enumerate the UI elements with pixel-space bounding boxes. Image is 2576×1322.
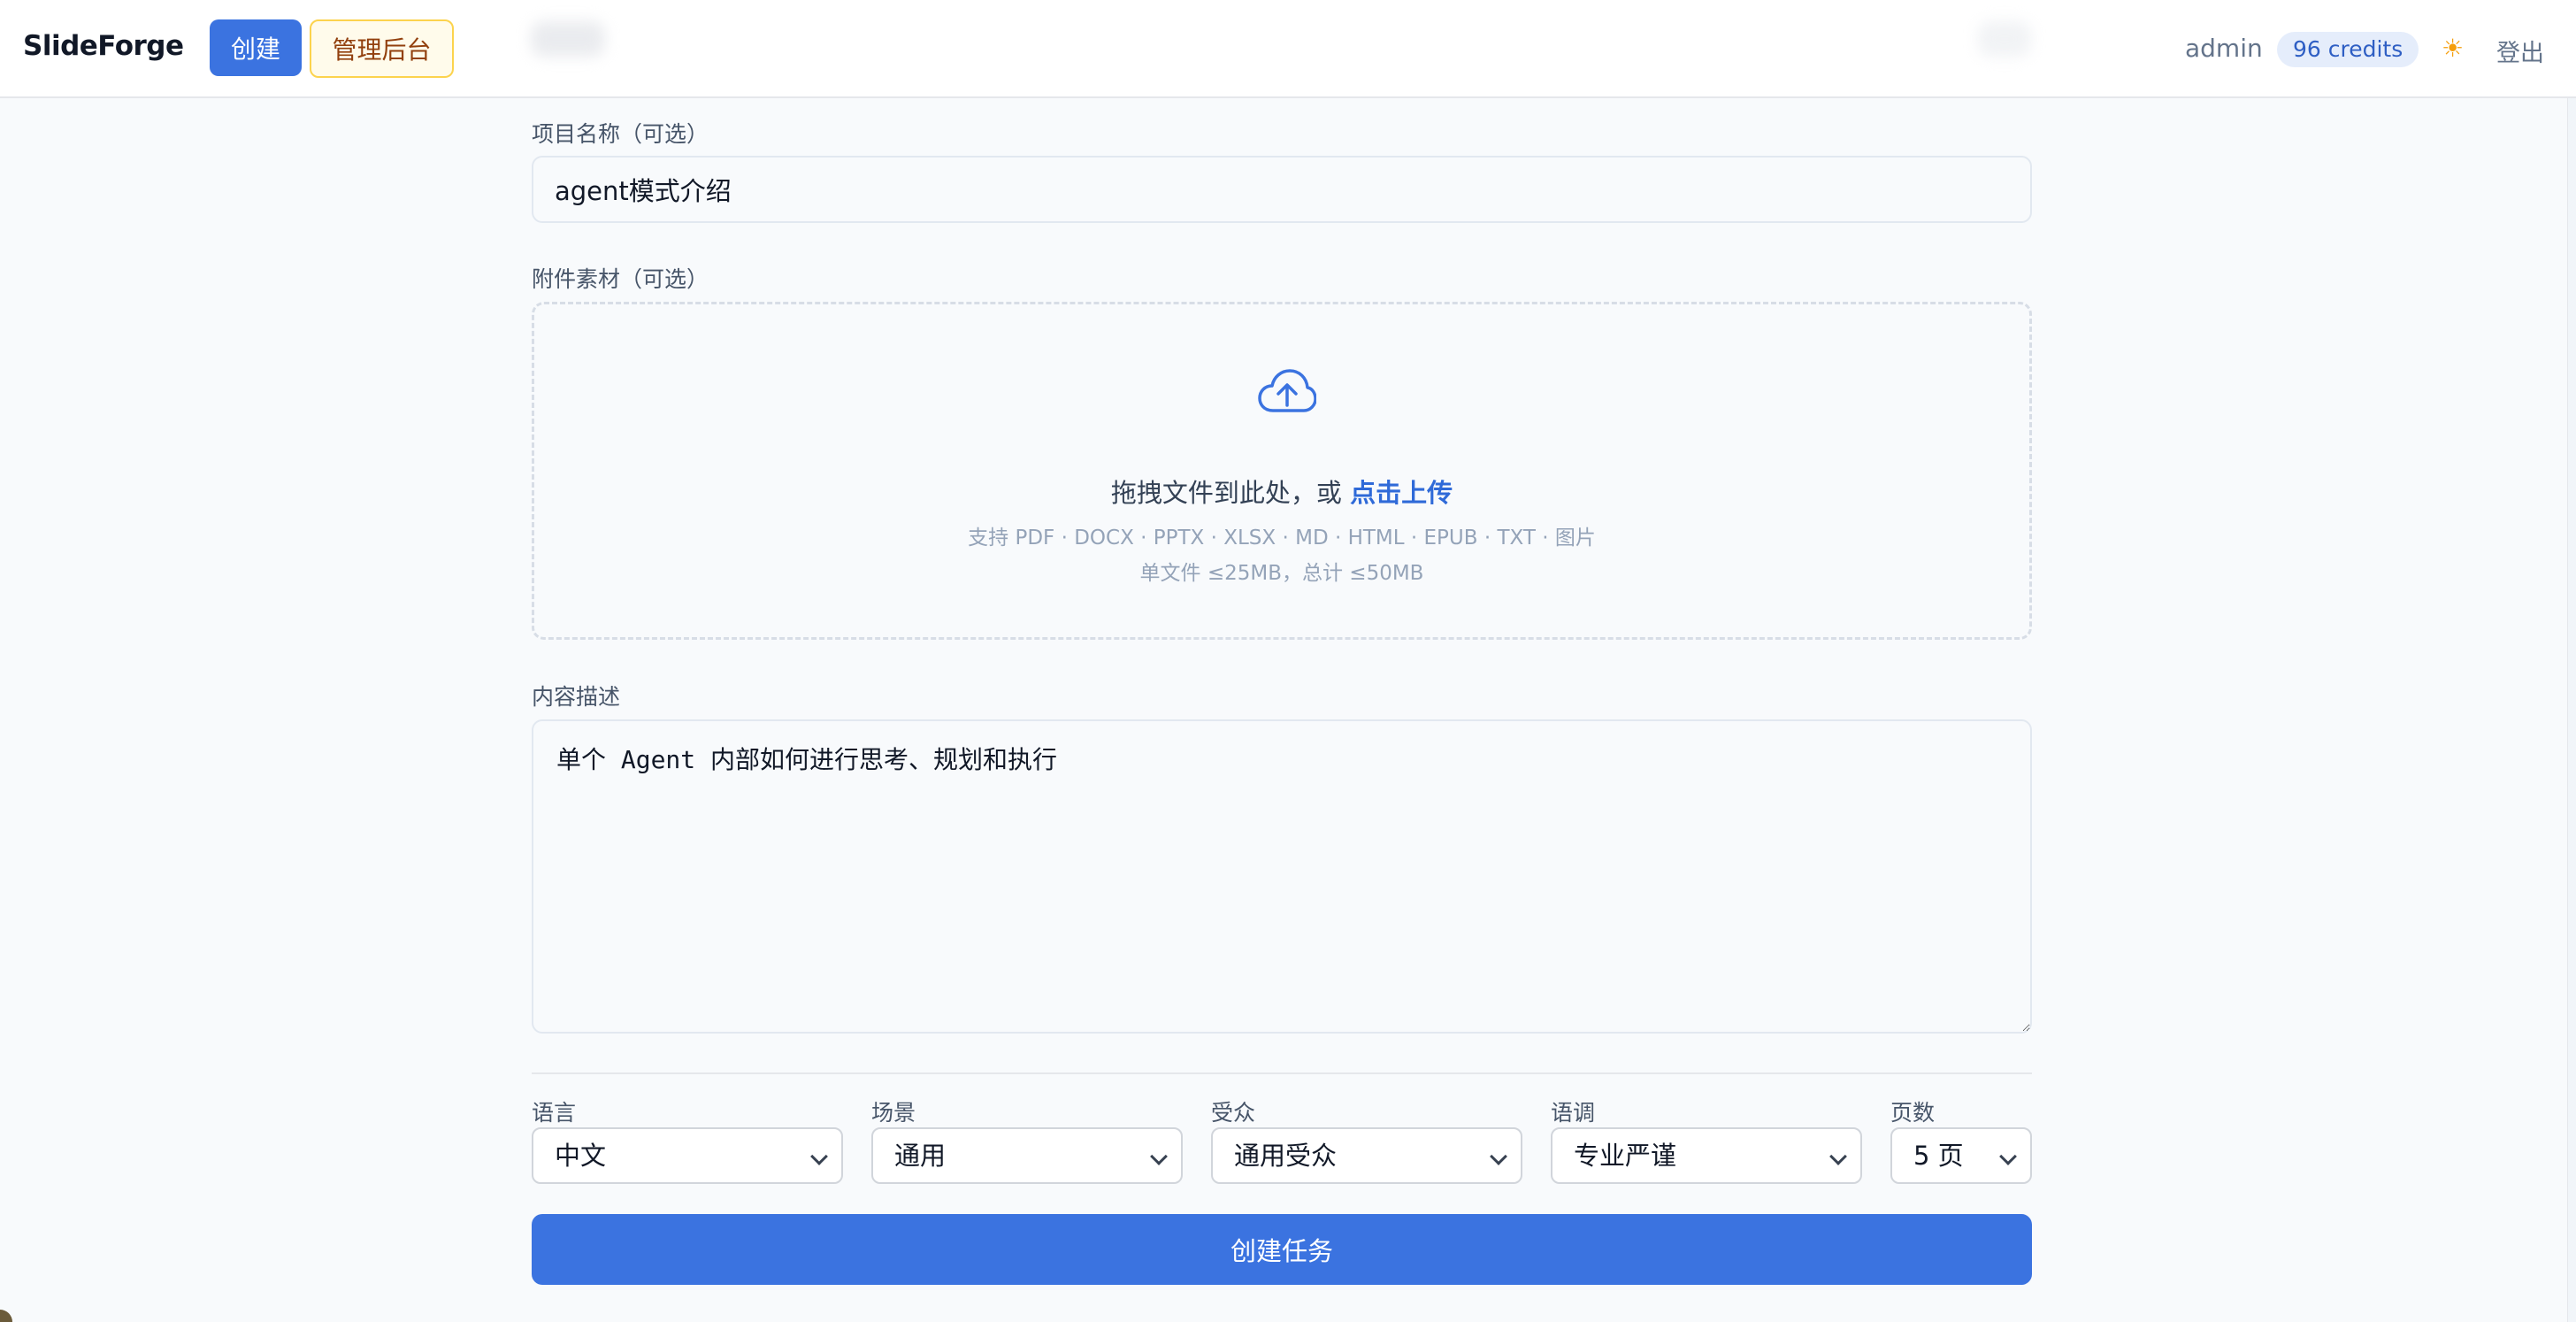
project-name-input[interactable] (532, 156, 2032, 223)
audience-select[interactable]: 通用受众 (1211, 1127, 1522, 1184)
corner-decoration (0, 1310, 12, 1322)
scene-label: 场景 (871, 1100, 916, 1126)
sun-icon[interactable]: ☀ (2442, 34, 2464, 63)
credits-badge: 96 credits (2277, 32, 2419, 67)
cloud-upload-icon (1258, 369, 1316, 412)
supported-file-types: 支持 PDF · DOCX · PPTX · XLSX · MD · HTML … (968, 526, 1596, 550)
username: admin (2185, 34, 2263, 63)
dropzone-instructions: 拖拽文件到此处，或 点击上传 (534, 473, 2029, 510)
chevron-down-icon (1829, 1148, 1847, 1165)
brand-logo[interactable]: SlideForge (23, 30, 184, 62)
attachments-label: 附件素材（可选） (532, 266, 709, 292)
project-name-label: 项目名称（可选） (532, 121, 709, 147)
blurred-nav-item (1978, 21, 2031, 57)
chevron-down-icon (1150, 1148, 1168, 1165)
create-task-button[interactable]: 创建任务 (532, 1214, 2032, 1285)
pages-select[interactable]: 5 页 (1890, 1127, 2032, 1184)
audience-label: 受众 (1211, 1100, 1256, 1126)
audience-select-value: 通用受众 (1234, 1141, 1338, 1171)
chevron-down-icon (810, 1148, 828, 1165)
upload-link[interactable]: 点击上传 (1350, 478, 1453, 508)
tone-label: 语调 (1551, 1100, 1596, 1126)
top-navbar: SlideForge 创建 管理后台 admin 96 credits ☀ 登出 (0, 0, 2576, 98)
description-label: 内容描述 (532, 684, 621, 710)
logout-link[interactable]: 登出 (2496, 34, 2544, 68)
page-scrollbar[interactable] (2567, 98, 2576, 1322)
language-label: 语言 (532, 1100, 577, 1126)
section-divider (532, 1072, 2032, 1074)
scene-select-value: 通用 (894, 1141, 947, 1171)
blurred-nav-item (531, 21, 605, 57)
pages-label: 页数 (1890, 1100, 1936, 1126)
scene-select[interactable]: 通用 (871, 1127, 1183, 1184)
admin-dashboard-button[interactable]: 管理后台 (310, 19, 454, 78)
file-dropzone[interactable]: 拖拽文件到此处，或 点击上传 支持 PDF · DOCX · PPTX · XL… (532, 302, 2032, 640)
chevron-down-icon (1999, 1148, 2017, 1165)
file-size-limit: 单文件 ≤25MB，总计 ≤50MB (1139, 562, 1424, 585)
create-nav-button[interactable]: 创建 (210, 19, 302, 76)
tone-select[interactable]: 专业严谨 (1551, 1127, 1862, 1184)
language-select-value: 中文 (555, 1141, 607, 1171)
drop-text: 拖拽文件到此处，或 (1110, 478, 1342, 508)
chevron-down-icon (1490, 1148, 1507, 1165)
language-select[interactable]: 中文 (532, 1127, 843, 1184)
description-textarea[interactable]: 单个 Agent 内部如何进行思考、规划和执行 (532, 719, 2032, 1034)
pages-select-value: 5 页 (1913, 1141, 1964, 1171)
tone-select-value: 专业严谨 (1574, 1141, 1677, 1171)
